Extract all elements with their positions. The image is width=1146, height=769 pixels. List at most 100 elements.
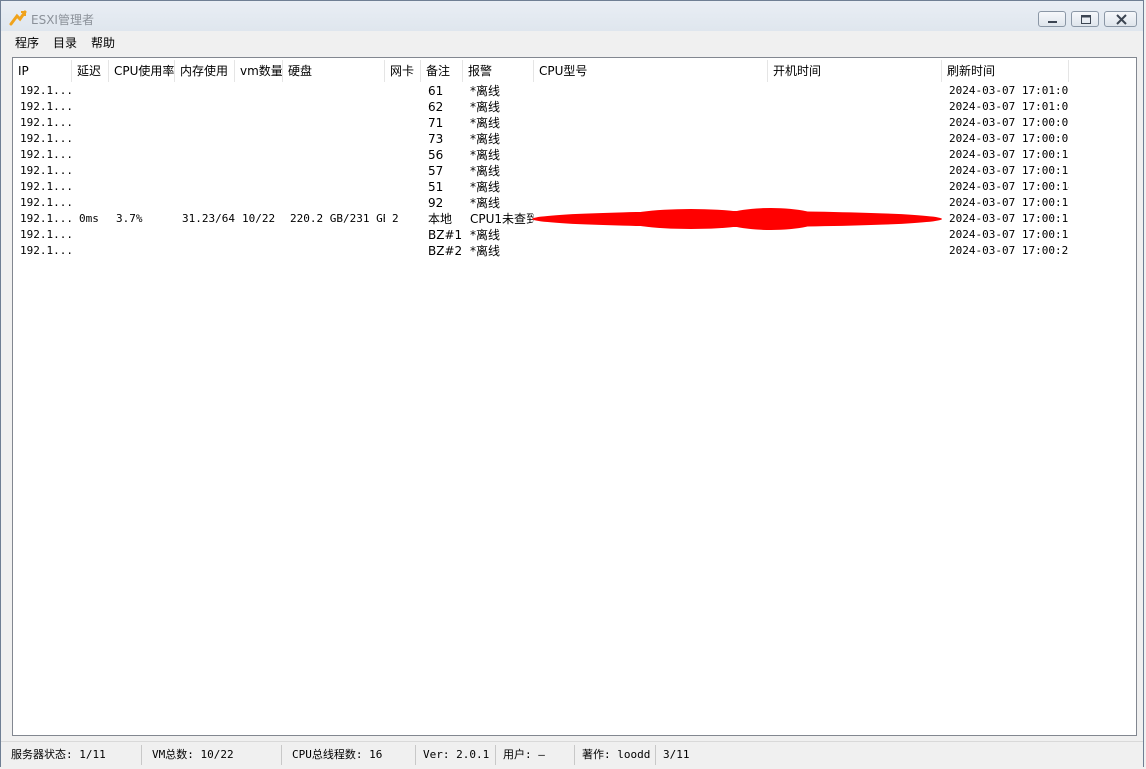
cell-boot-time — [768, 163, 942, 179]
cell-boot-time — [768, 83, 942, 99]
cell-refresh-time: 2024-03-07 17:01:00 — [949, 84, 1069, 97]
column-header-alarm[interactable]: 报警 — [463, 60, 534, 82]
status-divider — [415, 745, 416, 765]
cell-memory-usage — [175, 227, 235, 243]
column-header-latency[interactable]: 延迟 — [72, 60, 109, 82]
page-counter: 3/11 — [663, 748, 690, 761]
table-row[interactable]: 192.1... 51 *离线 2024-03-07 17:00:14 — [13, 179, 1073, 195]
cell-remark: 57 — [428, 164, 444, 178]
cell-remark: 56 — [428, 148, 444, 162]
column-header-vm-count[interactable]: vm数量 — [235, 60, 283, 82]
cell-vm-count — [235, 147, 283, 163]
cell-remark: BZ#23 — [428, 244, 463, 258]
table-row[interactable]: 192.1... 71 *离线 2024-03-07 17:00:06 — [13, 115, 1073, 131]
column-header-cpu-model[interactable]: CPU型号 — [534, 60, 768, 82]
menu-program[interactable]: 程序 — [13, 34, 41, 51]
vm-total: VM总数: 10/22 — [152, 748, 234, 761]
app-logo-icon — [9, 10, 27, 26]
cell-cpu-usage: 3.7% — [116, 212, 143, 225]
window-title: ESXI管理者 — [31, 13, 94, 27]
cell-alarm: *离线 — [470, 228, 501, 242]
cell-ip: 192.1... — [20, 84, 72, 97]
cell-vm-count — [235, 83, 283, 99]
minimize-button[interactable] — [1038, 11, 1066, 27]
cell-latency — [72, 147, 109, 163]
cell-memory-usage — [175, 115, 235, 131]
column-header-remark[interactable]: 备注 — [421, 60, 463, 82]
close-button[interactable] — [1104, 11, 1137, 27]
cell-refresh-time: 2024-03-07 17:00:18 — [949, 228, 1069, 241]
cell-disk — [283, 243, 385, 259]
column-header-cpu-usage[interactable]: CPU使用率 — [109, 60, 175, 82]
app-window: ESXI管理者 程序 目录 帮助 IP 延迟 CPU使用率 内存使用 vm数量 硬盘 网卡备… — [0, 0, 1144, 768]
column-header-ip[interactable]: IP — [13, 60, 72, 82]
cell-latency — [72, 99, 109, 115]
cell-nic — [385, 227, 421, 243]
author-label: 著作: loodd — [582, 748, 651, 761]
table-row[interactable]: 192.1... 57 *离线 2024-03-07 17:00:12 — [13, 163, 1073, 179]
column-header-boot-time[interactable]: 开机时间 — [768, 60, 942, 82]
cell-nic — [385, 83, 421, 99]
column-header-memory-usage[interactable]: 内存使用 — [175, 60, 235, 82]
column-header-nic[interactable]: 网卡 — [385, 60, 421, 82]
cell-boot-time — [768, 243, 942, 259]
table-row[interactable]: 192.1... 56 *离线 2024-03-07 17:00:10 — [13, 147, 1073, 163]
cell-disk — [283, 99, 385, 115]
cell-remark: BZ#17 — [428, 228, 463, 242]
cell-cpu-model — [534, 83, 768, 99]
cell-vm-count: 10/22 — [242, 212, 276, 225]
cell-memory-usage — [175, 163, 235, 179]
table-row[interactable]: 192.1... 73 *离线 2024-03-07 17:00:08 — [13, 131, 1073, 147]
cell-memory-usage — [175, 147, 235, 163]
column-header-refresh-time[interactable]: 刷新时间 — [942, 60, 1069, 82]
table-row[interactable]: 192.1... BZ#23 *离线 2024-03-07 17:00:21 — [13, 243, 1073, 259]
cell-vm-count — [235, 131, 283, 147]
cell-cpu-model — [534, 147, 768, 163]
cell-remark: 92 — [428, 196, 444, 210]
cell-refresh-time: 2024-03-07 17:00:08 — [949, 132, 1069, 145]
cell-cpu-model — [534, 115, 768, 131]
cell-remark: 71 — [428, 116, 444, 130]
host-list[interactable]: IP 延迟 CPU使用率 内存使用 vm数量 硬盘 网卡 备注 报警 CPU型号 开机时间 刷新时间 … — [12, 57, 1137, 736]
table-row[interactable]: 192.1... 61 *离线 2024-03-07 17:01:00 — [13, 83, 1073, 99]
cell-memory-usage — [175, 131, 235, 147]
cell-ip: 192.1... — [20, 212, 72, 225]
cell-remark: 51 — [428, 180, 444, 194]
cell-nic — [385, 99, 421, 115]
cell-cpu-usage — [109, 83, 175, 99]
user-label: 用户: — — [503, 748, 545, 761]
cell-ip: 192.1... — [20, 164, 72, 177]
menu-directory[interactable]: 目录 — [51, 34, 79, 51]
cell-latency: 0ms — [79, 212, 99, 225]
cell-cpu-model — [534, 99, 768, 115]
column-header-disk[interactable]: 硬盘 — [283, 60, 385, 82]
cell-alarm: *离线 — [470, 100, 501, 114]
cell-memory-usage — [175, 195, 235, 211]
cell-memory-usage: 31.23/64 — [182, 212, 235, 225]
cell-refresh-time: 2024-03-07 17:01:02 — [949, 100, 1069, 113]
cell-ip: 192.1... — [20, 228, 72, 241]
cell-nic — [385, 179, 421, 195]
cell-nic — [385, 195, 421, 211]
cell-latency — [72, 179, 109, 195]
title-bar[interactable]: ESXI管理者 — [1, 1, 1143, 32]
cell-memory-usage — [175, 179, 235, 195]
cell-alarm: *离线 — [470, 148, 501, 162]
menu-bar: 程序 目录 帮助 — [1, 31, 1143, 51]
cell-disk — [283, 227, 385, 243]
cell-remark: 73 — [428, 132, 444, 146]
maximize-button[interactable] — [1071, 11, 1099, 27]
cell-ip: 192.1... — [20, 132, 72, 145]
menu-help[interactable]: 帮助 — [89, 34, 117, 51]
cell-latency — [72, 115, 109, 131]
minimize-icon — [1048, 21, 1057, 23]
cell-latency — [72, 227, 109, 243]
cell-latency — [72, 131, 109, 147]
cell-alarm: *离线 — [470, 196, 501, 210]
cell-ip: 192.1... — [20, 148, 72, 161]
cell-boot-time — [768, 179, 942, 195]
table-row[interactable]: 192.1... 62 *离线 2024-03-07 17:01:02 — [13, 99, 1073, 115]
cell-nic: 2 — [392, 212, 399, 225]
cell-alarm: CPU1未查到 — [470, 212, 534, 226]
cell-latency — [72, 83, 109, 99]
